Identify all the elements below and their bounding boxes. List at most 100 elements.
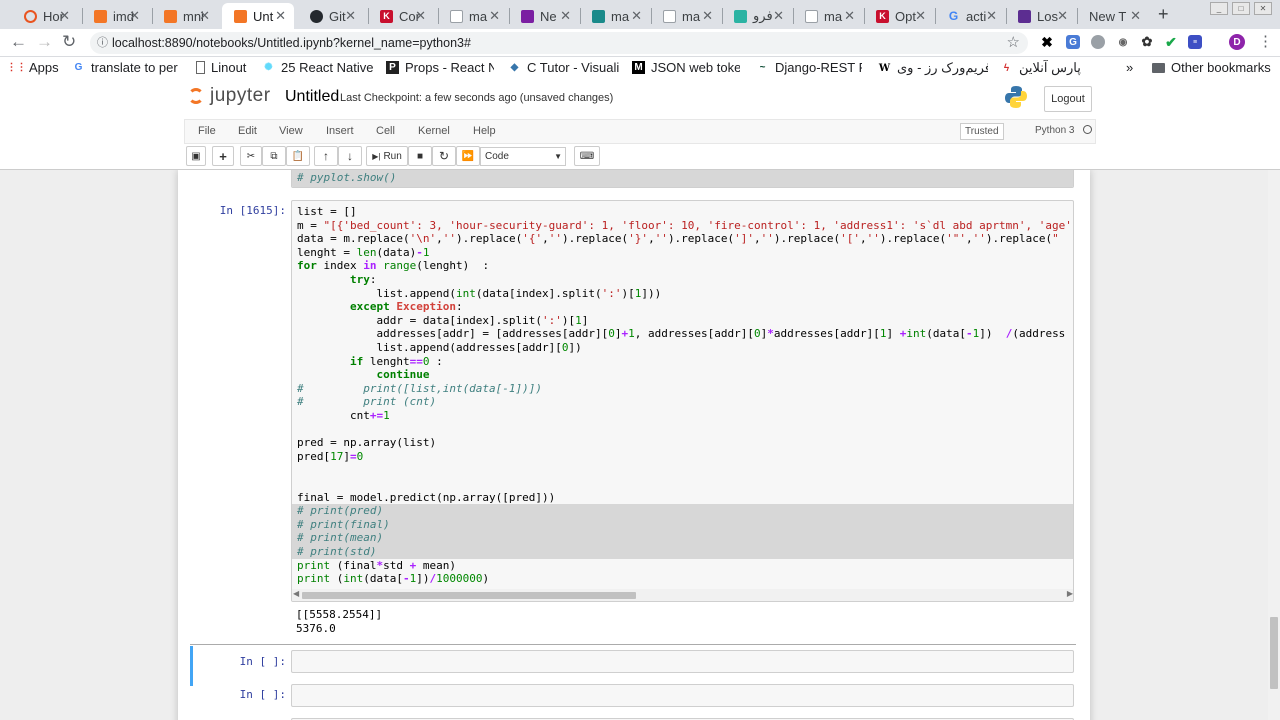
tab[interactable]: ma ✕ <box>651 3 721 29</box>
tab[interactable]: Gacti ✕ <box>935 3 1005 29</box>
tab[interactable]: فرو ✕ <box>722 3 792 29</box>
camera-extension-icon[interactable]: ◉ <box>1116 35 1130 49</box>
bookmark[interactable]: W فریم‌ورک رز - وی <box>878 60 988 76</box>
code-cell-editor[interactable] <box>291 684 1074 707</box>
avatar[interactable]: D <box>1229 34 1245 50</box>
bookmark-label: Django-REST Fr <box>775 60 862 75</box>
bookmark[interactable]: Linout <box>196 60 256 75</box>
jupyter-logo[interactable]: jupyter <box>188 85 271 107</box>
tab[interactable]: K Cor ✕ <box>368 3 434 29</box>
restart-icon[interactable]: ↻ <box>432 146 456 166</box>
tab[interactable]: mni ✕ <box>152 3 218 29</box>
back-icon[interactable]: ← <box>10 33 27 51</box>
save-icon[interactable]: ▣ <box>186 146 206 166</box>
close-icon[interactable]: ✕ <box>702 8 713 24</box>
horizontal-scrollbar[interactable]: ◀ ▶ <box>292 589 1073 601</box>
command-palette-icon[interactable]: ⌨ <box>574 146 600 166</box>
bookmark[interactable]: ◆ C Tutor - Visuali <box>508 60 620 75</box>
scrollbar-thumb[interactable] <box>302 592 636 599</box>
code-cell-editor[interactable] <box>291 650 1074 673</box>
tab[interactable]: New T ✕ <box>1077 3 1149 29</box>
tab[interactable]: ma ✕ <box>793 3 863 29</box>
tab[interactable]: ma ✕ <box>438 3 508 29</box>
menu-file[interactable]: File <box>198 125 216 137</box>
menu-view[interactable]: View <box>279 125 303 137</box>
maximize-icon[interactable]: □ <box>1232 2 1250 15</box>
menu-kebab-icon[interactable]: ⋮ <box>1258 33 1273 51</box>
bookmarks-overflow-button[interactable]: » <box>1126 60 1133 75</box>
notebook-name[interactable]: Untitled <box>285 88 339 106</box>
new-tab-icon[interactable]: + <box>1158 4 1169 25</box>
translate-extension-icon[interactable]: G <box>1066 35 1080 49</box>
tab[interactable]: Hor ✕ <box>12 3 78 29</box>
bookmark-star-icon[interactable]: ☆ <box>1007 32 1020 54</box>
browser-window: Hor ✕ imd ✕ mni ✕ Unt ✕ Git ✕ K Cor ✕ ma ✕ Ne ✕ m… <box>0 0 1280 720</box>
close-window-icon[interactable]: ✕ <box>1254 2 1272 15</box>
menu-cell[interactable]: Cell <box>376 125 395 137</box>
extension-x-icon[interactable]: ✖ <box>1040 34 1054 50</box>
close-icon[interactable]: ✕ <box>59 8 70 24</box>
code-cell-editor[interactable]: # pyplot.show() <box>291 170 1074 188</box>
address-bar[interactable]: ⓘ localhost:8890/notebooks/Untitled.ipyn… <box>90 32 1028 54</box>
insert-cell-icon[interactable]: + <box>212 146 234 166</box>
close-icon[interactable]: ✕ <box>915 8 926 24</box>
check-extension-icon[interactable]: ✔ <box>1164 34 1178 50</box>
tab[interactable]: Los ✕ <box>1006 3 1076 29</box>
close-icon[interactable]: ✕ <box>631 8 642 24</box>
move-down-icon[interactable]: ↓ <box>338 146 362 166</box>
tab[interactable]: imd ✕ <box>82 3 148 29</box>
code-cell-editor[interactable]: list = [] m = "[{'bed_count': 3, 'hour-s… <box>291 200 1074 602</box>
extension-icon[interactable]: ✿ <box>1140 34 1154 49</box>
forward-icon[interactable]: → <box>36 33 53 51</box>
close-icon[interactable]: ✕ <box>415 8 426 24</box>
menu-kernel[interactable]: Kernel <box>418 125 450 137</box>
cut-icon[interactable]: ✂ <box>240 146 262 166</box>
bookmark[interactable]: Gtranslate to per <box>72 60 180 75</box>
scroll-left-icon[interactable]: ◀ <box>293 589 299 598</box>
tab-active[interactable]: Unt ✕ <box>222 3 294 29</box>
scroll-right-icon[interactable]: ▶ <box>1067 589 1073 598</box>
code-line: # print(pred) <box>297 504 384 518</box>
vertical-scrollbar[interactable] <box>1268 170 1280 720</box>
reload-icon[interactable]: ↻ <box>62 33 76 51</box>
extension-icon[interactable] <box>1091 35 1105 49</box>
close-icon[interactable]: ✕ <box>1057 8 1068 24</box>
menu-help[interactable]: Help <box>473 125 496 137</box>
bookmark[interactable]: ϟ پارس آنلاین <box>1000 60 1086 76</box>
bookmark[interactable]: P Props - React N <box>386 60 494 75</box>
scrollbar-thumb[interactable] <box>1270 617 1278 689</box>
tab[interactable]: K Opt ✕ <box>864 3 934 29</box>
close-icon[interactable]: ✕ <box>986 8 997 24</box>
close-icon[interactable]: ✕ <box>275 8 286 24</box>
extension-icon[interactable]: ≡ <box>1188 35 1202 49</box>
close-icon[interactable]: ✕ <box>345 8 356 24</box>
tab[interactable]: Ne ✕ <box>509 3 579 29</box>
close-icon[interactable]: ✕ <box>129 8 140 24</box>
bookmark[interactable]: ✺ 25 React Native <box>262 60 374 75</box>
paste-icon[interactable]: 📋 <box>286 146 310 166</box>
menu-insert[interactable]: Insert <box>326 125 354 137</box>
bookmark-apps[interactable]: ⋮⋮ Apps <box>10 60 59 75</box>
cell-type-select[interactable]: Code ▼ <box>480 147 566 166</box>
close-icon[interactable]: ✕ <box>489 8 500 24</box>
info-icon[interactable]: ⓘ <box>97 32 108 54</box>
close-icon[interactable]: ✕ <box>844 8 855 24</box>
close-icon[interactable]: ✕ <box>560 8 571 24</box>
close-icon[interactable]: ✕ <box>1130 8 1141 24</box>
other-bookmarks[interactable]: Other bookmarks <box>1152 60 1271 75</box>
restart-run-all-icon[interactable]: ⏩ <box>456 146 480 166</box>
close-icon[interactable]: ✕ <box>199 8 210 24</box>
move-up-icon[interactable]: ↑ <box>314 146 338 166</box>
trusted-indicator[interactable]: Trusted <box>960 123 1004 140</box>
logout-button[interactable]: Logout <box>1044 86 1092 112</box>
minimize-icon[interactable]: _ <box>1210 2 1228 15</box>
menu-edit[interactable]: Edit <box>238 125 257 137</box>
tab[interactable]: Git ✕ <box>298 3 364 29</box>
close-icon[interactable]: ✕ <box>773 8 784 24</box>
interrupt-icon[interactable]: ■ <box>408 146 432 166</box>
bookmark[interactable]: ~ Django-REST Fr <box>756 60 862 75</box>
copy-icon[interactable]: ⧉ <box>262 146 286 166</box>
bookmark[interactable]: M JSON web toke <box>632 60 740 75</box>
run-button[interactable]: ▶| Run <box>366 146 408 166</box>
tab[interactable]: ma ✕ <box>580 3 650 29</box>
